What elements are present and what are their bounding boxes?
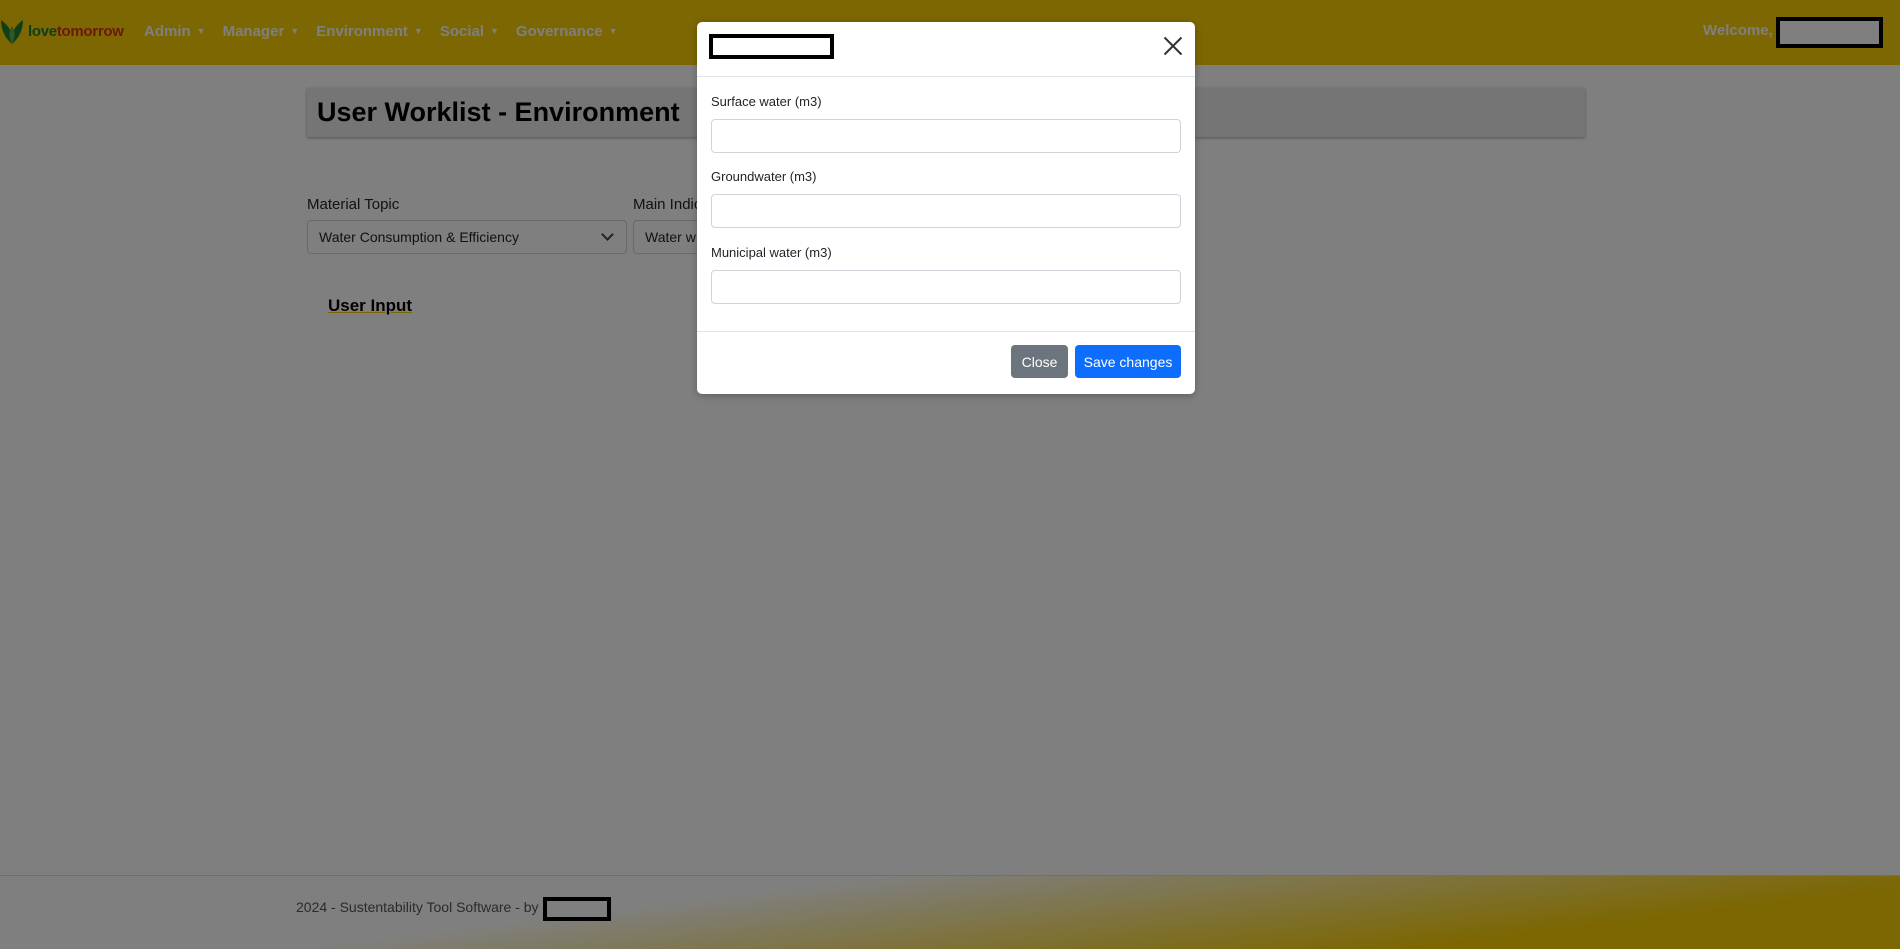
redacted-modal-title bbox=[709, 34, 834, 59]
surface-water-label: Surface water (m3) bbox=[711, 94, 822, 109]
municipal-water-input[interactable] bbox=[711, 270, 1181, 304]
groundwater-input[interactable] bbox=[711, 194, 1181, 228]
surface-water-input[interactable] bbox=[711, 119, 1181, 153]
close-icon[interactable] bbox=[1163, 36, 1183, 56]
municipal-water-label: Municipal water (m3) bbox=[711, 245, 832, 260]
modal-footer: Close Save changes bbox=[697, 331, 1195, 394]
modal-header bbox=[697, 22, 1195, 77]
close-button[interactable]: Close bbox=[1011, 345, 1068, 378]
data-entry-modal: Surface water (m3) Groundwater (m3) Muni… bbox=[697, 22, 1195, 394]
save-changes-button[interactable]: Save changes bbox=[1075, 345, 1181, 378]
groundwater-label: Groundwater (m3) bbox=[711, 169, 817, 184]
